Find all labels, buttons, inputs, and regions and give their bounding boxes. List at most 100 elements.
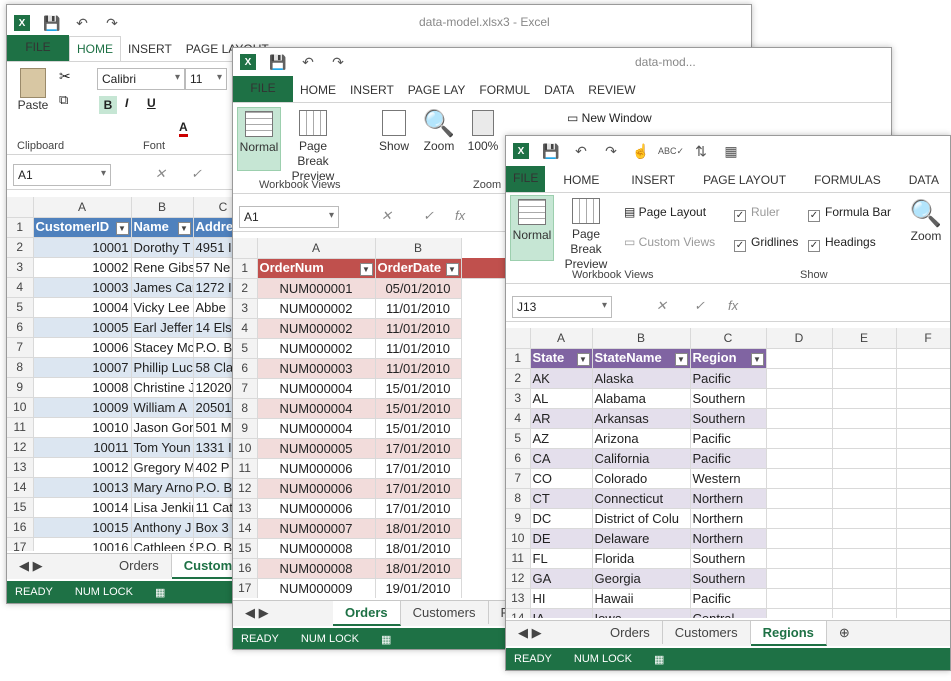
- cancel-icon[interactable]: ✕: [656, 298, 667, 314]
- table-cell[interactable]: 11/01/2010: [375, 298, 462, 319]
- sort-icon[interactable]: ⇅: [691, 141, 711, 161]
- row-header[interactable]: 1: [506, 348, 531, 369]
- table-cell[interactable]: Southern: [690, 568, 767, 589]
- row-header[interactable]: 11: [233, 458, 258, 479]
- custom-views-button[interactable]: ▭ Custom Views: [624, 235, 715, 249]
- add-sheet-icon[interactable]: ⊕: [827, 621, 862, 645]
- tab-home[interactable]: HOME: [69, 36, 121, 61]
- select-all-corner[interactable]: [506, 328, 531, 349]
- table-cell[interactable]: [766, 528, 833, 549]
- page-break-preview-button[interactable]: Page Break Preview: [283, 107, 343, 184]
- row-header[interactable]: 2: [233, 278, 258, 299]
- tab-data[interactable]: DATA: [895, 168, 950, 192]
- redo-icon[interactable]: ↷: [102, 13, 122, 33]
- table-cell[interactable]: Southern: [690, 388, 767, 409]
- table-cell[interactable]: HI: [530, 588, 593, 609]
- zoom-button[interactable]: 🔍 Zoom: [421, 107, 457, 153]
- table-cell[interactable]: 10007: [33, 357, 132, 378]
- table-cell[interactable]: 11/01/2010: [375, 338, 462, 359]
- row-header[interactable]: 10: [233, 438, 258, 459]
- table-cell[interactable]: Earl Jeffer: [131, 317, 194, 338]
- table-cell[interactable]: Pacific: [690, 428, 767, 449]
- table-cell[interactable]: 17/01/2010: [375, 438, 462, 459]
- table-cell[interactable]: Christine J: [131, 377, 194, 398]
- table-cell[interactable]: [766, 608, 833, 618]
- row-header[interactable]: 10: [7, 397, 34, 418]
- table-cell[interactable]: [832, 608, 897, 618]
- normal-view-icon[interactable]: ▦: [654, 653, 664, 666]
- table-cell[interactable]: 18/01/2010: [375, 558, 462, 579]
- table-cell[interactable]: Connecticut: [592, 488, 691, 509]
- table-header-cell[interactable]: StateName ▼: [592, 348, 691, 369]
- table-cell[interactable]: NUM000001: [257, 278, 376, 299]
- table-cell[interactable]: Southern: [690, 548, 767, 569]
- row-header[interactable]: 1: [7, 217, 34, 238]
- select-all-corner[interactable]: [233, 238, 258, 259]
- table-cell[interactable]: NUM000006: [257, 498, 376, 519]
- normal-view-icon[interactable]: ▦: [155, 586, 165, 599]
- table-cell[interactable]: Mary Arno: [131, 477, 194, 498]
- column-header[interactable]: E: [832, 328, 897, 349]
- table-cell[interactable]: Arkansas: [592, 408, 691, 429]
- tab-page-layout[interactable]: PAGE LAY: [401, 78, 473, 102]
- table-cell[interactable]: [766, 548, 833, 569]
- touch-mode-icon[interactable]: ☝: [631, 141, 651, 161]
- row-header[interactable]: 3: [506, 388, 531, 409]
- table-cell[interactable]: DE: [530, 528, 593, 549]
- row-header[interactable]: 16: [7, 517, 34, 538]
- tab-file[interactable]: FILE: [506, 166, 546, 192]
- tab-formulas[interactable]: FORMUL: [472, 78, 537, 102]
- row-header[interactable]: 6: [233, 358, 258, 379]
- tab-data[interactable]: DATA: [537, 78, 581, 102]
- row-header[interactable]: 8: [7, 357, 34, 378]
- normal-view-button[interactable]: Normal: [510, 195, 554, 261]
- filter-dropdown-icon[interactable]: ▼: [674, 353, 688, 366]
- row-header[interactable]: 4: [7, 277, 34, 298]
- table-cell[interactable]: Cathleen S: [131, 537, 194, 551]
- table-cell[interactable]: [896, 528, 950, 549]
- table-header-cell[interactable]: OrderNum ▼: [257, 258, 376, 279]
- row-header[interactable]: 6: [7, 317, 34, 338]
- table-header-cell[interactable]: OrderDate ▼: [375, 258, 462, 279]
- sheet-tab-orders[interactable]: Orders: [333, 601, 401, 626]
- table-cell[interactable]: [832, 528, 897, 549]
- table-cell[interactable]: AR: [530, 408, 593, 429]
- table-cell[interactable]: [832, 468, 897, 489]
- table-cell[interactable]: Pacific: [690, 588, 767, 609]
- tab-file[interactable]: FILE: [233, 76, 293, 102]
- table-cell[interactable]: [832, 448, 897, 469]
- table-cell[interactable]: Vicky Lee: [131, 297, 194, 318]
- tab-file[interactable]: FILE: [7, 35, 69, 61]
- formula-bar-checkbox[interactable]: ✓ Formula Bar: [808, 205, 891, 222]
- name-box[interactable]: A1: [239, 206, 339, 228]
- spelling-icon[interactable]: ABC✓: [658, 141, 684, 161]
- table-cell[interactable]: Northern: [690, 528, 767, 549]
- row-header[interactable]: 14: [233, 518, 258, 539]
- table-cell[interactable]: Stacey Mc: [131, 337, 194, 358]
- row-header[interactable]: 8: [506, 488, 531, 509]
- table-cell[interactable]: Jason Gon: [131, 417, 194, 438]
- row-header[interactable]: 2: [7, 237, 34, 258]
- name-box[interactable]: A1: [13, 164, 111, 186]
- table-cell[interactable]: Alaska: [592, 368, 691, 389]
- gridlines-checkbox[interactable]: ✓ Gridlines: [734, 235, 798, 252]
- sheet-tab-customers[interactable]: Customers: [663, 621, 751, 644]
- row-header[interactable]: 8: [233, 398, 258, 419]
- undo-icon[interactable]: ↶: [72, 13, 92, 33]
- filter-dropdown-icon[interactable]: ▼: [177, 222, 191, 235]
- show-button[interactable]: Show: [377, 107, 411, 153]
- tab-home[interactable]: HOME: [293, 78, 343, 102]
- table-cell[interactable]: 15/01/2010: [375, 398, 462, 419]
- table-header-cell[interactable]: [896, 348, 950, 369]
- row-header[interactable]: 9: [7, 377, 34, 398]
- row-header[interactable]: 7: [7, 337, 34, 358]
- table-cell[interactable]: [766, 448, 833, 469]
- tab-review[interactable]: REVIEW: [581, 78, 642, 102]
- calculator-icon[interactable]: ▦: [721, 141, 741, 161]
- undo-icon[interactable]: ↶: [298, 52, 318, 72]
- enter-icon[interactable]: ✓: [191, 166, 202, 182]
- table-cell[interactable]: 10010: [33, 417, 132, 438]
- table-cell[interactable]: James Car: [131, 277, 194, 298]
- table-cell[interactable]: [896, 428, 950, 449]
- table-cell[interactable]: Alabama: [592, 388, 691, 409]
